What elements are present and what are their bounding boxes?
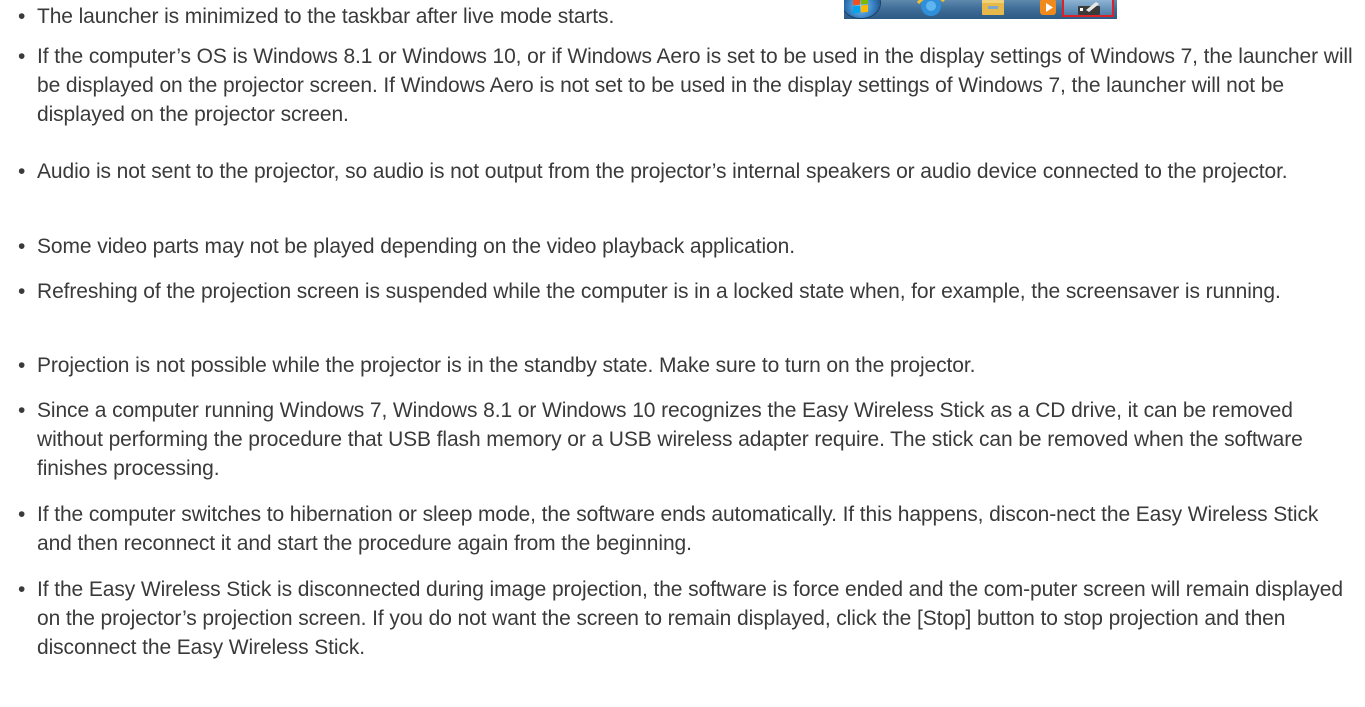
list-item: • Since a computer running Windows 7, Wi… — [18, 396, 1358, 483]
list-item-text: Refreshing of the projection screen is s… — [37, 280, 1281, 303]
bullet-marker: • — [18, 5, 26, 28]
bullet-marker: • — [18, 503, 26, 526]
list-item: • Audio is not sent to the projector, so… — [18, 157, 1358, 186]
list-item: • Projection is not possible while the p… — [18, 351, 1358, 380]
list-item-text: Since a computer running Windows 7, Wind… — [37, 399, 1303, 480]
list-item: • Refreshing of the projection screen is… — [18, 277, 1358, 306]
bullet-marker: • — [18, 160, 26, 183]
list-item: • If the computer switches to hibernatio… — [18, 500, 1358, 558]
bullet-marker: • — [18, 399, 26, 422]
list-item-text: Audio is not sent to the projector, so a… — [37, 160, 1288, 183]
bullet-marker: • — [18, 280, 26, 303]
list-item-text: If the computer’s OS is Windows 8.1 or W… — [37, 45, 1353, 126]
bullet-marker: • — [18, 578, 26, 601]
list-item: • If the computer’s OS is Windows 8.1 or… — [18, 42, 1358, 129]
list-item-text: Some video parts may not be played depen… — [37, 235, 795, 258]
bullet-marker: • — [18, 235, 26, 258]
list-item: • Some video parts may not be played dep… — [18, 232, 1358, 261]
bullet-marker: • — [18, 354, 26, 377]
list-item-text: If the Easy Wireless Stick is disconnect… — [37, 578, 1343, 659]
bullet-marker: • — [18, 45, 26, 68]
list-item-text: The launcher is minimized to the taskbar… — [37, 5, 615, 28]
list-item: • If the Easy Wireless Stick is disconne… — [18, 575, 1358, 662]
list-item-text: Projection is not possible while the pro… — [37, 354, 976, 377]
document-page: • The launcher is minimized to the taskb… — [0, 0, 1365, 707]
list-item: • The launcher is minimized to the taskb… — [18, 2, 1358, 31]
list-item-text: If the computer switches to hibernation … — [37, 503, 1319, 555]
